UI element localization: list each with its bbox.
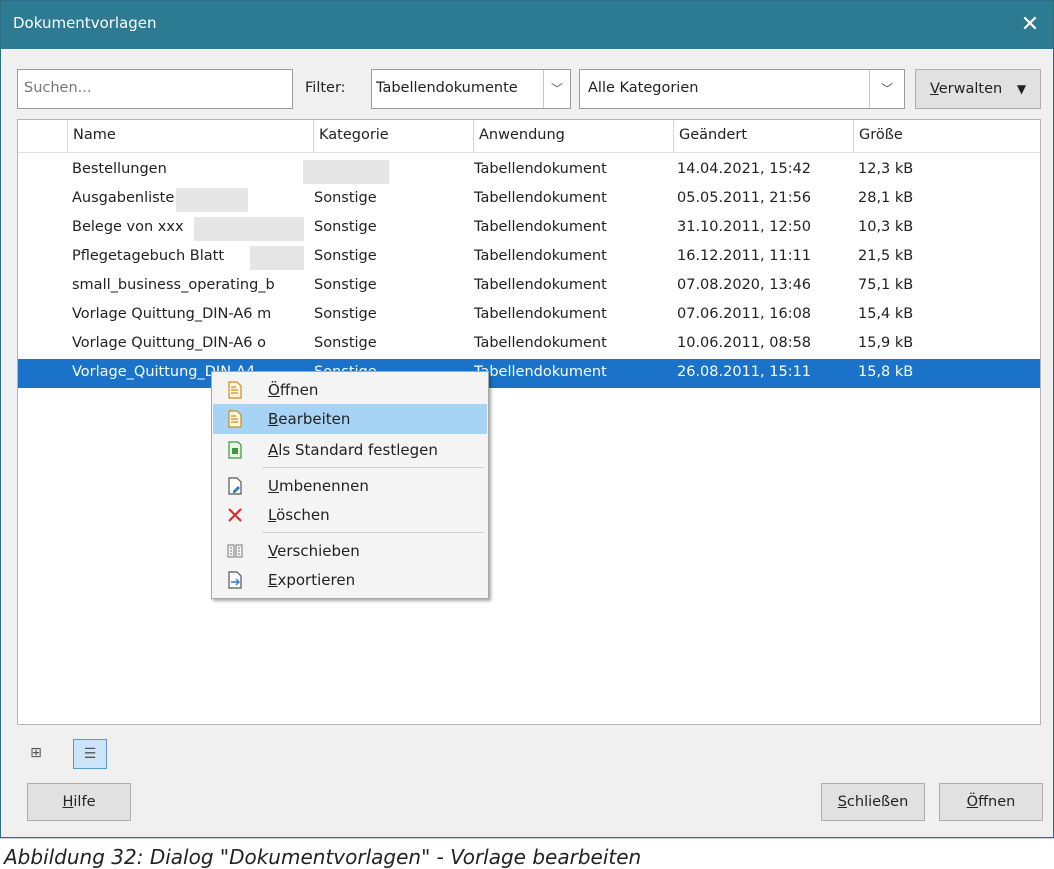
- menu-separator: [262, 532, 484, 533]
- table-row[interactable]: Bestellungen Tabellendokument 14.04.2021…: [18, 156, 1040, 185]
- set-default-icon: [227, 441, 243, 459]
- table-row[interactable]: Vorlage Quittung_DIN-A6 o Sonstige Tabel…: [18, 330, 1040, 359]
- column-header-application[interactable]: Anwendung: [473, 120, 675, 152]
- close-button[interactable]: Schließen: [821, 783, 925, 821]
- delete-icon: [227, 506, 243, 524]
- table-row-selected[interactable]: Vorlage_Quittung_DIN-A4 Sonstige Tabelle…: [18, 359, 1040, 388]
- redacted-area: [303, 160, 389, 184]
- filter-label: Filter:: [305, 80, 346, 96]
- close-icon[interactable]: ✕: [1013, 9, 1047, 41]
- table-row[interactable]: Pflegetagebuch Blatt Sonstige Tabellendo…: [18, 243, 1040, 272]
- export-icon: [227, 571, 243, 589]
- title-bar: Dokumentvorlagen ✕: [1, 1, 1053, 49]
- figure-caption: Abbildung 32: Dialog "Dokumentvorlagen" …: [0, 838, 1054, 869]
- filter-select-value: Tabellendokumente: [376, 80, 518, 96]
- templates-dialog: Dokumentvorlagen ✕ Suchen... Filter: Tab…: [0, 0, 1054, 838]
- edit-template-icon: [227, 410, 243, 428]
- search-placeholder: Suchen...: [24, 80, 92, 96]
- column-header-name[interactable]: Name: [67, 120, 315, 152]
- list-header: Name Kategorie Anwendung Geändert Größe: [18, 120, 1040, 153]
- column-header-category[interactable]: Kategorie: [313, 120, 473, 152]
- dropdown-arrow-icon: ▼: [1016, 82, 1027, 96]
- rename-icon: [227, 477, 243, 495]
- redacted-area: [176, 188, 248, 212]
- redacted-area: [194, 217, 304, 241]
- redacted-area: [250, 246, 304, 270]
- search-input[interactable]: Suchen...: [17, 69, 293, 109]
- table-row[interactable]: small_business_operating_b Sonstige Tabe…: [18, 272, 1040, 301]
- thumbnail-view-icon[interactable]: ⊞: [19, 739, 53, 769]
- table-row[interactable]: Vorlage Quittung_DIN-A6 m Sonstige Tabel…: [18, 301, 1040, 330]
- table-row[interactable]: Belege von xxx Sonstige Tabellendokument…: [18, 214, 1040, 243]
- menu-item-move[interactable]: Verschieben: [213, 536, 487, 566]
- table-row[interactable]: Ausgabenliste Sonstige Tabellendokument …: [18, 185, 1040, 214]
- chevron-down-icon[interactable]: ﹀: [869, 70, 904, 108]
- filter-select[interactable]: Tabellendokumente ﹀: [371, 69, 571, 109]
- menu-item-rename[interactable]: Umbenennen: [213, 471, 487, 501]
- menu-item-edit[interactable]: Bearbeiten: [213, 404, 487, 434]
- column-header-size[interactable]: Größe: [853, 120, 1040, 152]
- menu-separator: [262, 467, 484, 468]
- open-template-icon: [227, 381, 243, 399]
- open-button[interactable]: Öffnen: [939, 783, 1043, 821]
- list-view-icon[interactable]: ☰: [73, 739, 107, 769]
- move-icon: [227, 542, 243, 560]
- column-header-modified[interactable]: Geändert: [673, 120, 855, 152]
- category-select-value: Alle Kategorien: [588, 80, 699, 96]
- menu-item-delete[interactable]: Löschen: [213, 500, 487, 530]
- menu-item-open[interactable]: Öffnen: [213, 375, 487, 405]
- menu-item-export[interactable]: Exportieren: [213, 565, 487, 595]
- menu-item-set-default[interactable]: Als Standard festlegen: [213, 435, 487, 465]
- context-menu: Öffnen Bearbeiten Als Standard festlegen…: [211, 371, 489, 599]
- help-button[interactable]: Hilfe: [27, 783, 131, 821]
- template-list[interactable]: Name Kategorie Anwendung Geändert Größe …: [17, 119, 1041, 725]
- manage-button[interactable]: Verwalten ▼: [915, 69, 1041, 109]
- category-select[interactable]: Alle Kategorien ﹀: [579, 69, 905, 109]
- chevron-down-icon[interactable]: ﹀: [543, 70, 570, 108]
- window-title: Dokumentvorlagen: [13, 14, 157, 32]
